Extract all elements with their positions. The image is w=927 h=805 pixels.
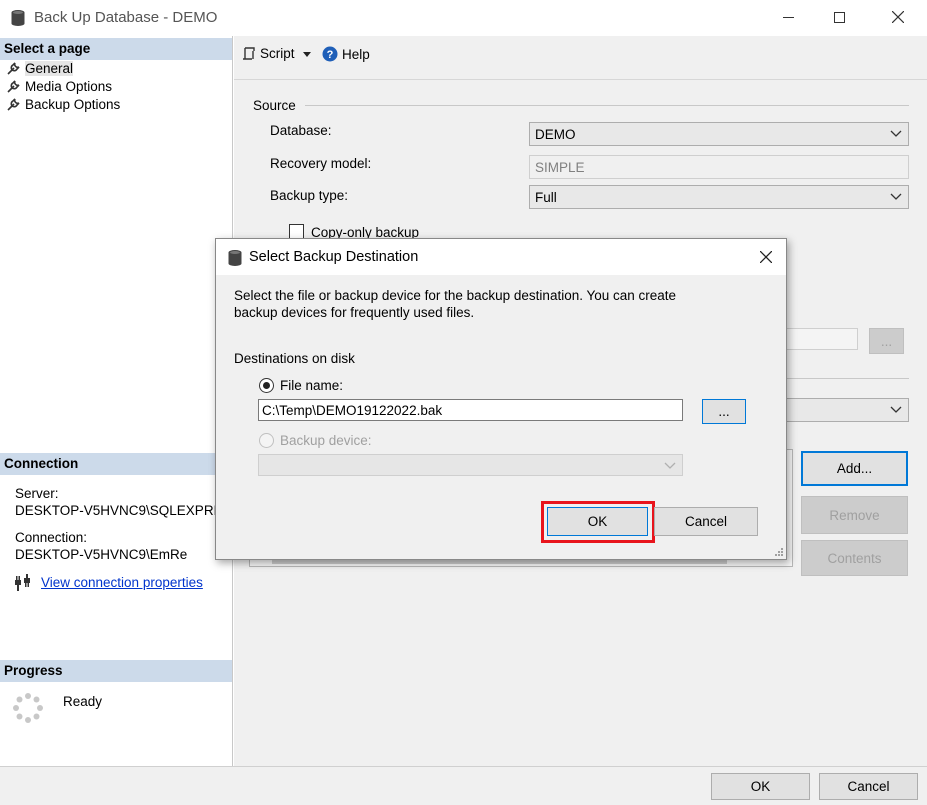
source-group-label: Source	[253, 98, 296, 113]
footer-cancel-button[interactable]: Cancel	[819, 773, 918, 800]
contents-button: Contents	[801, 540, 908, 576]
backup-device-select	[258, 454, 683, 476]
page-item-label: General	[25, 60, 74, 76]
resize-grip-icon[interactable]	[774, 545, 784, 560]
toolbar: Script ? Help	[234, 36, 927, 80]
recovery-model-value: SIMPLE	[535, 160, 585, 175]
server-value: DESKTOP-V5HVNC9\SQLEXPRESS	[15, 503, 231, 518]
backup-device-label: Backup device:	[280, 433, 372, 448]
wrench-icon	[7, 97, 20, 111]
page-item-backup-options[interactable]: Backup Options	[7, 95, 120, 113]
page-item-media-options[interactable]: Media Options	[7, 77, 112, 95]
help-label: Help	[342, 46, 370, 62]
server-label: Server:	[15, 486, 59, 501]
minimize-icon	[782, 16, 794, 18]
left-panel: Select a page General Media Options Back…	[0, 36, 233, 766]
script-label: Script	[260, 46, 295, 61]
database-label: Database:	[270, 123, 332, 138]
dropdown-arrow-icon	[302, 51, 311, 57]
dialog-description-line2: backup devices for frequently used files…	[234, 305, 475, 320]
connection-label: Connection:	[15, 530, 88, 545]
progress-spinner-icon	[12, 692, 44, 727]
dialog-ok-button[interactable]: OK	[547, 507, 648, 536]
footer-ok-button[interactable]: OK	[711, 773, 810, 800]
destination-browse-button: ...	[869, 328, 904, 354]
select-page-header: Select a page	[0, 38, 232, 60]
dialog-ok-label: OK	[587, 514, 608, 529]
connection-header: Connection	[0, 453, 232, 475]
backup-device-radio	[259, 433, 274, 448]
dialog-close-button[interactable]	[746, 239, 786, 275]
recovery-model-field: SIMPLE	[529, 155, 909, 179]
connection-properties-icon	[13, 574, 33, 595]
minimize-button[interactable]	[765, 0, 811, 34]
footer-cancel-label: Cancel	[847, 779, 890, 794]
destination-browse-label: ...	[880, 333, 893, 349]
svg-text:?: ?	[327, 49, 334, 61]
source-separator	[305, 105, 909, 106]
dialog-browse-label: ...	[718, 404, 730, 419]
radio-selected-dot	[263, 382, 270, 389]
remove-button: Remove	[801, 496, 908, 534]
file-name-value: C:\Temp\DEMO19122022.bak	[262, 403, 443, 418]
script-button[interactable]: Script	[242, 46, 315, 61]
database-icon	[227, 249, 243, 270]
progress-status: Ready	[63, 694, 103, 709]
destinations-group-label: Destinations on disk	[234, 351, 355, 366]
backup-type-value: Full	[535, 190, 557, 205]
destination-separator	[786, 378, 909, 379]
dialog-description: Select the file or backup device for the…	[234, 287, 774, 321]
database-select[interactable]: DEMO	[529, 122, 909, 146]
database-icon	[10, 9, 26, 30]
chevron-down-icon	[890, 406, 902, 413]
page-item-general[interactable]: General	[7, 59, 74, 77]
destination-path-field	[786, 328, 858, 350]
contents-label: Contents	[827, 550, 882, 566]
add-label: Add...	[836, 461, 873, 476]
footer-ok-label: OK	[750, 779, 771, 794]
chevron-down-icon	[890, 193, 902, 200]
chevron-down-icon	[664, 462, 676, 469]
progress-header: Progress	[0, 660, 232, 682]
backup-type-label: Backup type:	[270, 188, 349, 203]
dialog-cancel-label: Cancel	[684, 514, 728, 529]
dialog-title: Select Backup Destination	[249, 249, 419, 265]
footer-bar: OK Cancel	[0, 766, 927, 805]
wrench-icon	[7, 61, 20, 75]
file-name-label: File name:	[280, 378, 344, 393]
dialog-cancel-button[interactable]: Cancel	[654, 507, 758, 536]
close-button[interactable]	[875, 0, 921, 34]
page-item-label: Media Options	[25, 78, 113, 94]
remove-label: Remove	[829, 507, 880, 523]
dialog-description-line1: Select the file or backup device for the…	[234, 288, 677, 303]
maximize-icon	[833, 11, 845, 23]
help-button[interactable]: ? Help	[322, 46, 370, 62]
connection-value: DESKTOP-V5HVNC9\EmRe	[15, 547, 188, 562]
close-icon	[892, 11, 904, 23]
file-name-radio[interactable]	[259, 378, 274, 393]
window-title: Back Up Database - DEMO	[34, 9, 218, 26]
title-bar: Back Up Database - DEMO	[0, 0, 927, 36]
chevron-down-icon	[890, 130, 902, 137]
destination-type-select[interactable]	[786, 398, 909, 422]
help-icon: ?	[322, 46, 338, 62]
maximize-button[interactable]	[816, 0, 862, 34]
backup-type-select[interactable]: Full	[529, 185, 909, 209]
file-name-input[interactable]: C:\Temp\DEMO19122022.bak	[258, 399, 683, 421]
database-value: DEMO	[535, 127, 576, 142]
copy-only-checkbox[interactable]	[289, 224, 304, 239]
dialog-browse-button[interactable]: ...	[702, 399, 746, 424]
script-icon	[243, 46, 255, 60]
select-backup-destination-dialog: Select Backup Destination Select the fil…	[215, 238, 787, 560]
view-connection-properties-link[interactable]: View connection properties	[41, 575, 203, 590]
close-icon	[760, 251, 772, 263]
wrench-icon	[7, 79, 20, 93]
recovery-model-label: Recovery model:	[270, 156, 372, 171]
add-button[interactable]: Add...	[801, 451, 908, 486]
dialog-title-bar: Select Backup Destination	[216, 239, 786, 275]
page-item-label: Backup Options	[25, 96, 121, 112]
